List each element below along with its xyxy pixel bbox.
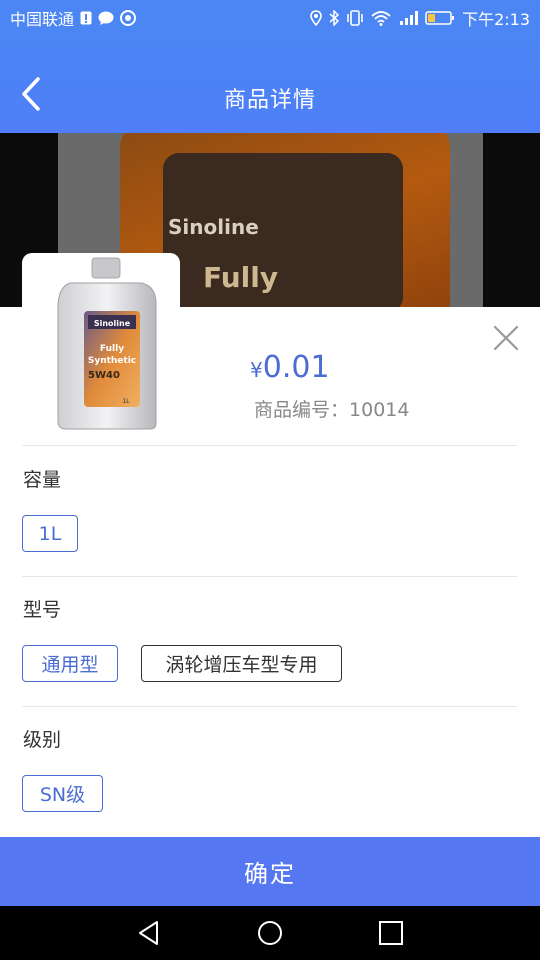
svg-text:Fully: Fully (100, 344, 124, 354)
spec-label-model: 型号 (23, 599, 62, 621)
product-code-label: 商品编号： (254, 399, 350, 421)
bluetooth-icon (329, 10, 340, 26)
option-model-universal[interactable]: 通用型 (22, 645, 118, 682)
option-capacity-1l[interactable]: 1L (22, 515, 78, 552)
option-grade-sn[interactable]: SN级 (22, 775, 103, 812)
svg-text:5W40: 5W40 (88, 370, 120, 381)
divider (22, 445, 517, 446)
product-thumbnail: Sinoline Fully Synthetic 5W40 1L (22, 253, 180, 438)
signal-icon (398, 10, 419, 26)
vibrate-icon (346, 10, 364, 26)
system-nav-bar (0, 906, 540, 960)
banner-fully-text: Fully (203, 261, 279, 294)
svg-text:1L: 1L (122, 398, 130, 405)
square-recents-icon[interactable] (377, 919, 405, 947)
product-code: 商品编号：10014 (254, 395, 409, 422)
divider (22, 706, 517, 707)
close-icon[interactable] (490, 322, 522, 354)
confirm-button[interactable]: 确定 (0, 837, 540, 906)
carrier-label: 中国联通 (10, 10, 75, 29)
page-title: 商品详情 (223, 88, 316, 113)
option-model-turbo[interactable]: 涡轮增压车型专用 (141, 645, 342, 682)
spec-label-grade: 级别 (23, 729, 62, 751)
spec-label-capacity: 容量 (23, 469, 62, 491)
camera-icon (120, 10, 137, 26)
svg-text:Sinoline: Sinoline (94, 319, 131, 328)
wifi-icon (371, 10, 391, 26)
svg-text:Synthetic: Synthetic (88, 356, 136, 366)
battery-icon (425, 10, 455, 26)
currency-symbol: ¥ (250, 358, 263, 382)
divider (22, 576, 517, 577)
status-bar: 中国联通 下午2:13 (0, 0, 540, 36)
chat-icon (98, 11, 114, 25)
alert-icon (80, 11, 92, 25)
product-price: ¥0.01 (250, 350, 330, 385)
status-time: 下午2:13 (462, 10, 530, 29)
app-header: 商品详情 (0, 36, 540, 133)
location-icon (310, 10, 322, 26)
circle-home-icon[interactable] (256, 919, 284, 947)
banner-brand-text: Sinoline (168, 215, 259, 239)
price-value: 0.01 (262, 350, 330, 385)
triangle-back-icon[interactable] (135, 919, 163, 947)
product-code-value: 10014 (349, 399, 410, 421)
